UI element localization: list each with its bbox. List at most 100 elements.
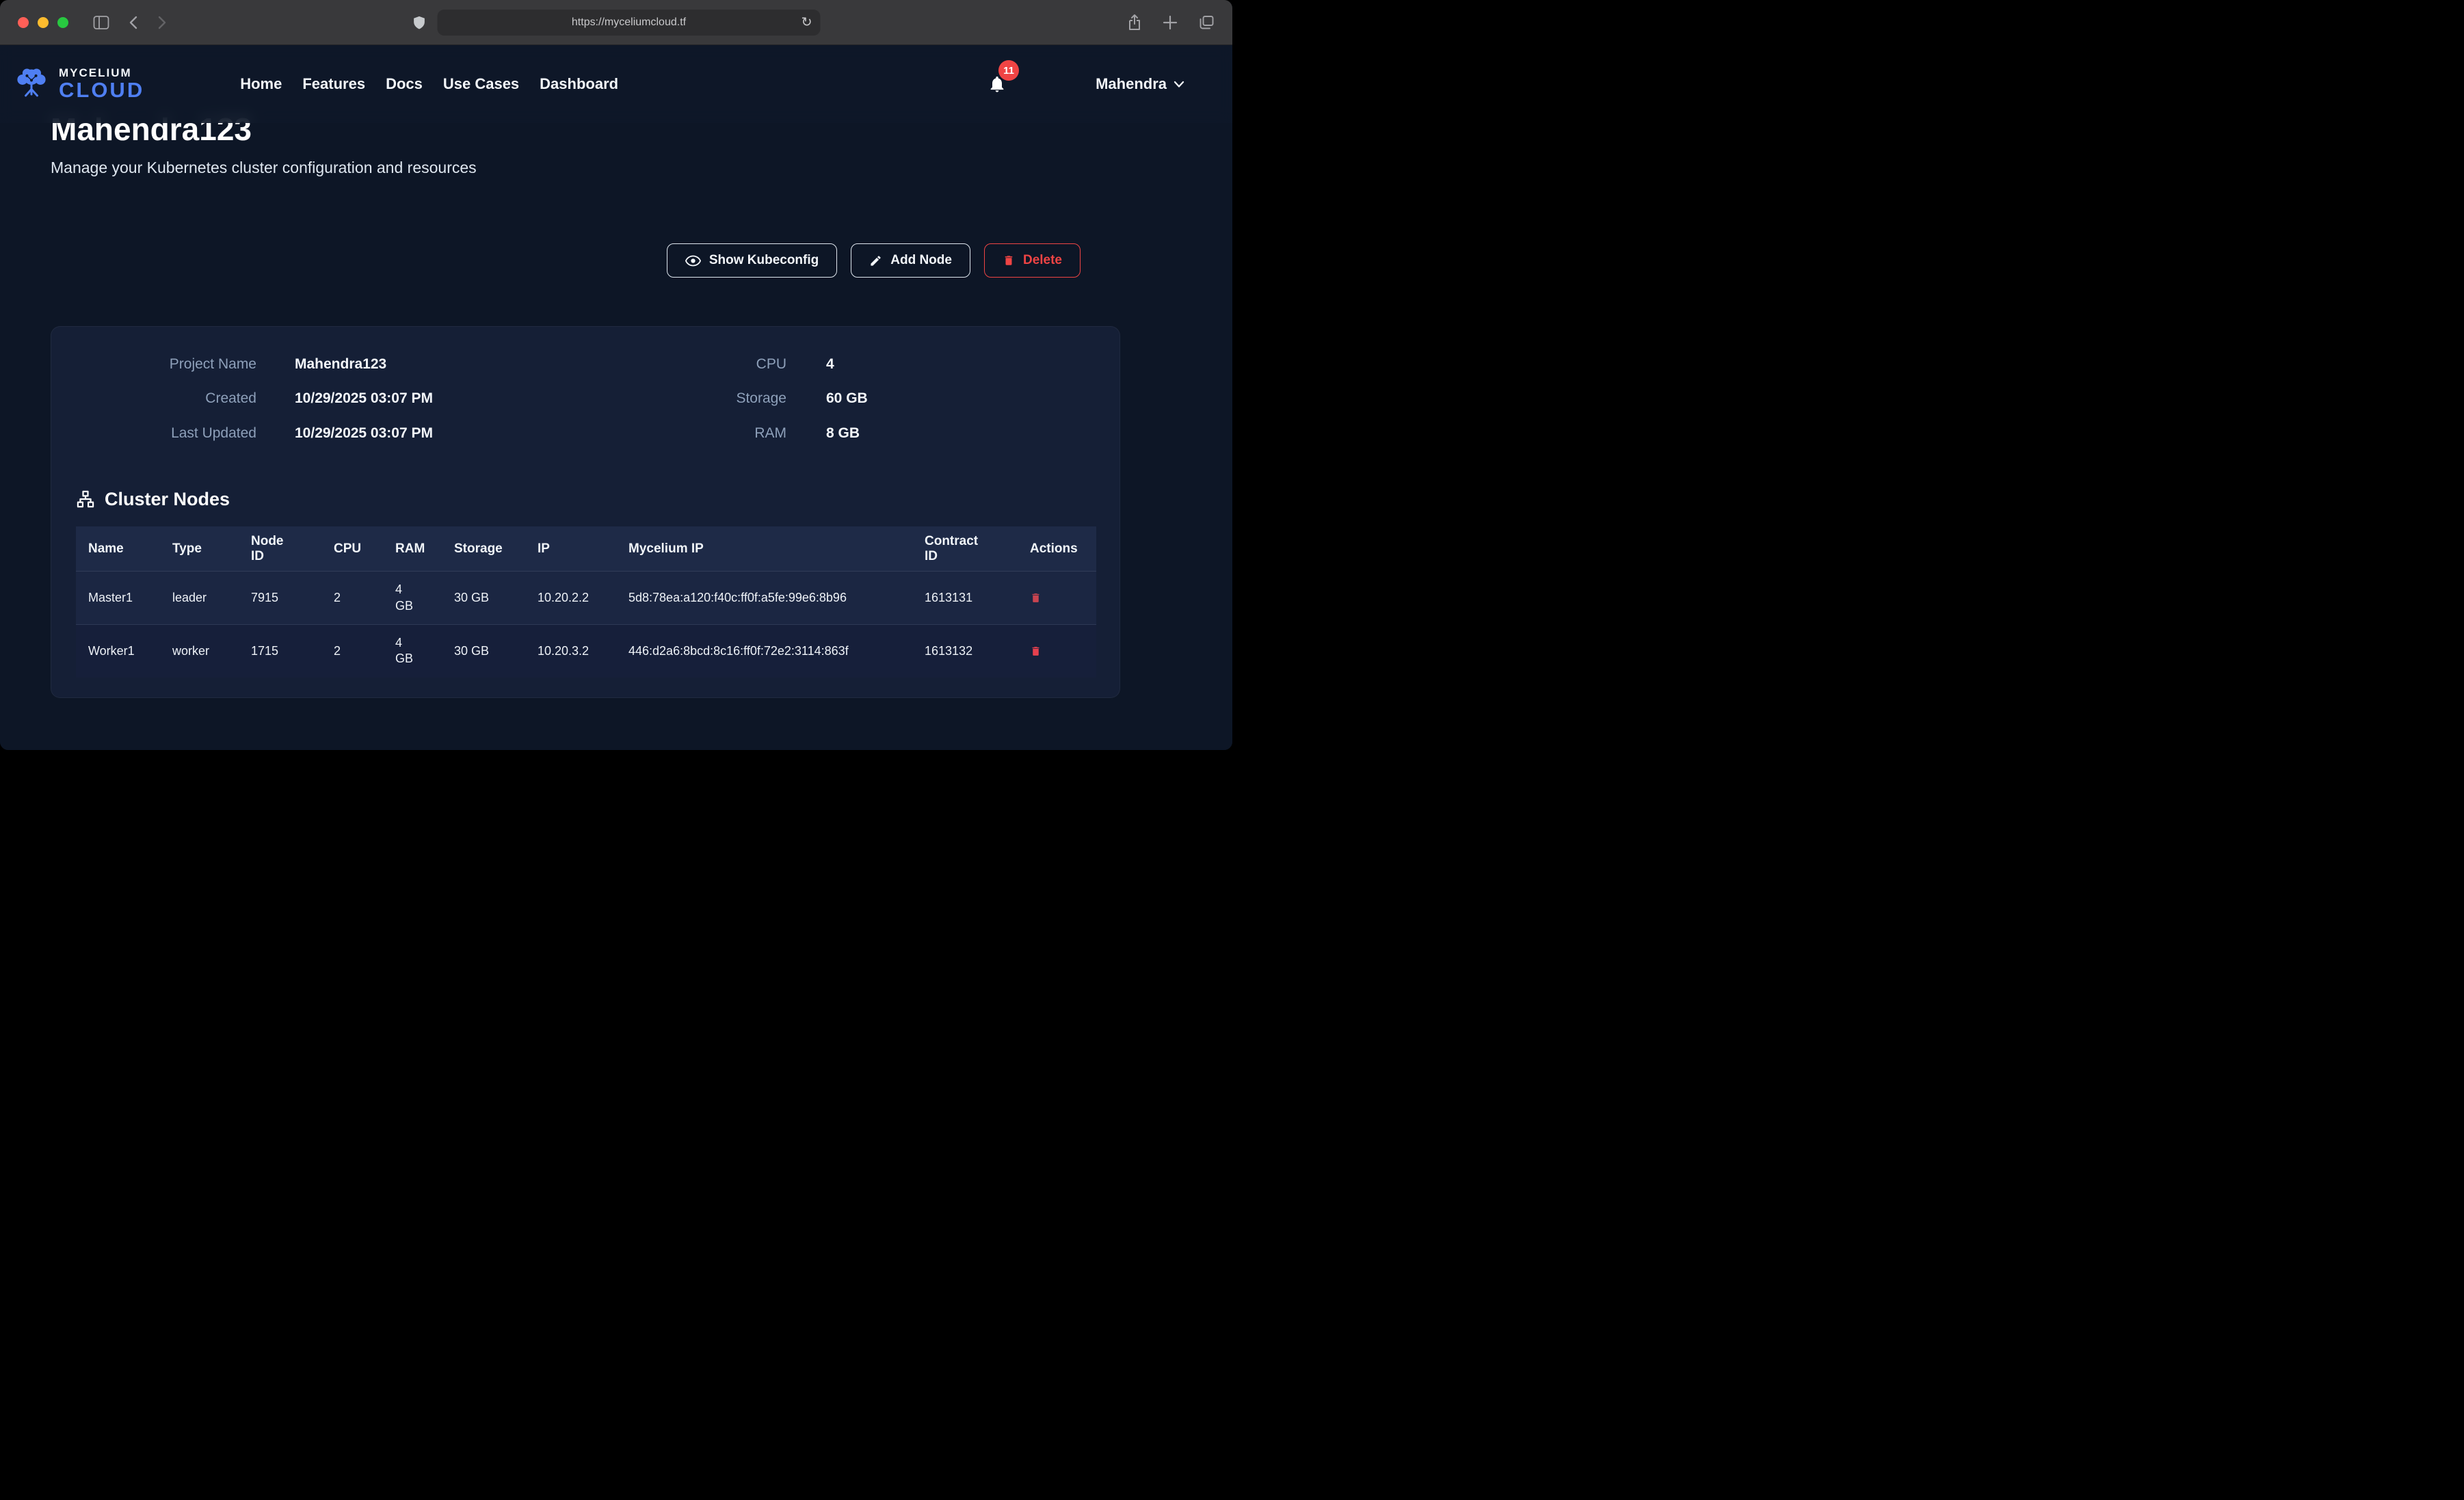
cell-mycelium-ip: 5d8:78ea:a120:f40c:ff0f:a5fe:99e6:8b96 [616, 572, 912, 625]
minimize-window-button[interactable] [38, 17, 49, 28]
detail-value: 10/29/2025 03:07 PM [295, 390, 433, 407]
address-bar-url: https://myceliumcloud.tf [572, 16, 686, 29]
forward-button-icon[interactable] [157, 15, 167, 30]
detail-row-cpu: CPU 4 [639, 356, 868, 373]
detail-label: Created [51, 390, 256, 407]
logo[interactable]: MYCELIUM CLOUD [11, 66, 144, 103]
cell-storage: 30 GB [442, 572, 525, 625]
detail-row-last-updated: Last Updated 10/29/2025 03:07 PM [51, 425, 639, 442]
detail-row-created: Created 10/29/2025 03:07 PM [51, 390, 639, 407]
trash-icon [1003, 254, 1015, 267]
nav-item-use-cases[interactable]: Use Cases [443, 75, 519, 93]
cell-name: Master1 [76, 572, 160, 625]
add-node-button[interactable]: Add Node [851, 243, 970, 278]
detail-row-project-name: Project Name Mahendra123 [51, 356, 639, 373]
back-button-icon[interactable] [129, 15, 138, 30]
cluster-nodes-table: Name Type Node ID CPU RAM Storage IP Myc… [76, 526, 1096, 678]
detail-value: 4 [826, 356, 834, 373]
cell-actions [1018, 572, 1096, 625]
trash-icon [1030, 645, 1042, 658]
tab-overview-icon[interactable] [1198, 15, 1215, 30]
detail-label: Project Name [51, 356, 256, 373]
nav-item-features[interactable]: Features [302, 75, 365, 93]
pencil-icon [869, 254, 882, 267]
add-node-label: Add Node [890, 253, 952, 268]
cluster-actions: Show Kubeconfig Add Node Delete [667, 243, 1081, 278]
delete-node-button[interactable] [1030, 591, 1042, 604]
table-row: Master1 leader 7915 2 4 GB 30 GB 10.20.2… [76, 572, 1096, 625]
detail-value: 60 GB [826, 390, 868, 407]
sidebar-toggle-icon[interactable] [93, 15, 109, 30]
new-tab-icon[interactable] [1163, 15, 1178, 30]
main-nav: Home Features Docs Use Cases Dashboard [240, 75, 618, 93]
browser-chrome: https://myceliumcloud.tf ↻ [0, 0, 1232, 45]
table-row: Worker1 worker 1715 2 4 GB 30 GB 10.20.3… [76, 625, 1096, 678]
cell-type: worker [160, 625, 239, 678]
col-header-ip: IP [525, 526, 616, 572]
address-bar[interactable]: https://myceliumcloud.tf ↻ [438, 10, 821, 36]
cell-contract-id: 1613131 [912, 572, 1018, 625]
cell-contract-id: 1613132 [912, 625, 1018, 678]
show-kubeconfig-label: Show Kubeconfig [709, 253, 819, 268]
share-icon[interactable] [1127, 14, 1142, 31]
shield-icon[interactable] [412, 14, 427, 31]
nav-item-docs[interactable]: Docs [386, 75, 423, 93]
cell-ip: 10.20.3.2 [525, 625, 616, 678]
show-kubeconfig-button[interactable]: Show Kubeconfig [667, 243, 837, 278]
col-header-actions: Actions [1018, 526, 1096, 572]
notifications-button[interactable]: 11 [988, 74, 1007, 94]
trash-icon [1030, 591, 1042, 604]
cell-ip: 10.20.2.2 [525, 572, 616, 625]
cluster-details: Project Name Mahendra123 Created 10/29/2… [51, 327, 1120, 459]
mycelium-logo-icon [11, 66, 52, 103]
cell-node-id: 7915 [239, 572, 321, 625]
chevron-down-icon [1174, 81, 1184, 88]
notification-count-badge: 11 [998, 60, 1019, 81]
window-controls [18, 17, 68, 28]
detail-value: 10/29/2025 03:07 PM [295, 425, 433, 442]
col-header-storage: Storage [442, 526, 525, 572]
page-content: Mahendra123 [0, 45, 1232, 750]
page-subtitle: Manage your Kubernetes cluster configura… [51, 159, 477, 177]
col-header-ram: RAM [383, 526, 442, 572]
nav-item-home[interactable]: Home [240, 75, 282, 93]
col-header-cpu: CPU [321, 526, 383, 572]
user-name: Mahendra [1096, 75, 1167, 93]
cluster-nodes-heading: Cluster Nodes [76, 489, 1120, 510]
cell-actions [1018, 625, 1096, 678]
nav-item-dashboard[interactable]: Dashboard [540, 75, 618, 93]
col-header-node-id: Node ID [239, 526, 321, 572]
user-menu[interactable]: Mahendra [1096, 75, 1184, 93]
refresh-icon[interactable]: ↻ [802, 16, 812, 29]
delete-label: Delete [1023, 253, 1062, 268]
cell-mycelium-ip: 446:d2a6:8bcd:8c16:ff0f:72e2:3114:863f [616, 625, 912, 678]
logo-text-line2: CLOUD [59, 79, 144, 102]
cell-node-id: 1715 [239, 625, 321, 678]
cluster-details-card: Project Name Mahendra123 Created 10/29/2… [51, 326, 1120, 698]
zoom-window-button[interactable] [57, 17, 68, 28]
detail-value: 8 GB [826, 425, 860, 442]
col-header-contract-id: Contract ID [912, 526, 1018, 572]
site-header: MYCELIUM CLOUD Home Features Docs Use Ca… [0, 45, 1232, 123]
eye-icon [685, 255, 701, 267]
cell-ram: 4 GB [383, 625, 442, 678]
cell-storage: 30 GB [442, 625, 525, 678]
col-header-mycelium-ip: Mycelium IP [616, 526, 912, 572]
cell-cpu: 2 [321, 625, 383, 678]
detail-label: CPU [639, 356, 786, 373]
cell-cpu: 2 [321, 572, 383, 625]
cluster-nodes-title: Cluster Nodes [105, 489, 230, 510]
col-header-type: Type [160, 526, 239, 572]
detail-label: RAM [639, 425, 786, 442]
detail-label: Storage [639, 390, 786, 407]
delete-node-button[interactable] [1030, 645, 1042, 658]
detail-row-storage: Storage 60 GB [639, 390, 868, 407]
cell-ram: 4 GB [383, 572, 442, 625]
detail-value: Mahendra123 [295, 356, 386, 373]
delete-cluster-button[interactable]: Delete [984, 243, 1081, 278]
logo-text-line1: MYCELIUM [59, 67, 144, 79]
table-header-row: Name Type Node ID CPU RAM Storage IP Myc… [76, 526, 1096, 572]
col-header-name: Name [76, 526, 160, 572]
close-window-button[interactable] [18, 17, 29, 28]
detail-row-ram: RAM 8 GB [639, 425, 868, 442]
